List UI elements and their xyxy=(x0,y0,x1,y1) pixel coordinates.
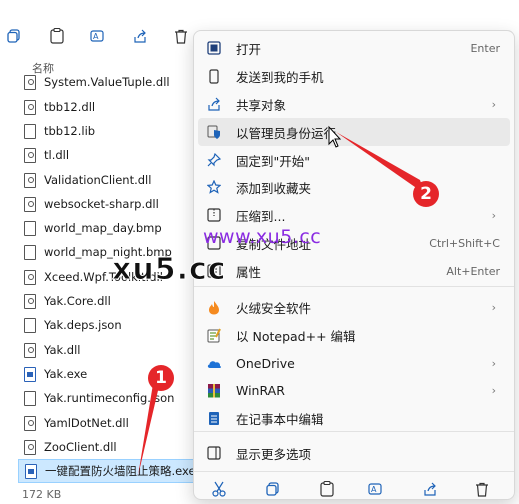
annotation-arrows xyxy=(138,125,425,476)
arrow-2 xyxy=(336,132,425,194)
mouse-cursor-icon xyxy=(328,125,342,148)
arrow-1 xyxy=(138,382,160,476)
annotation-badge-2: 2 xyxy=(413,181,439,207)
annotation-badge-1: 1 xyxy=(148,365,174,391)
